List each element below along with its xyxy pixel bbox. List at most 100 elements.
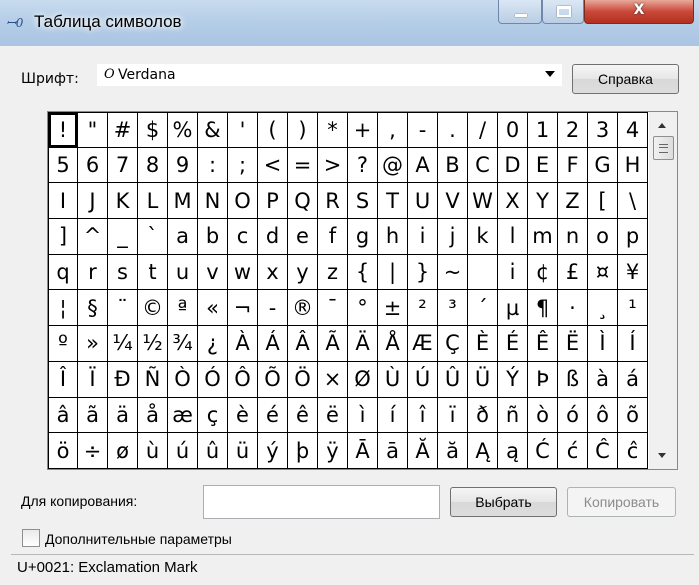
character-cell[interactable]: Ù [378, 361, 408, 398]
character-cell[interactable]: , [378, 112, 408, 148]
character-cell[interactable]: # [108, 112, 138, 148]
character-cell[interactable]: c [228, 219, 258, 255]
character-cell[interactable]: F [558, 147, 588, 184]
character-cell[interactable]: i [408, 219, 438, 255]
character-cell[interactable]: £ [558, 254, 588, 291]
character-cell[interactable]: þ [288, 433, 318, 469]
arrow-down-icon[interactable] [658, 453, 666, 458]
character-cell[interactable]: ą [498, 433, 528, 469]
character-cell[interactable]: ú [168, 433, 198, 469]
character-cell[interactable]: ß [558, 361, 588, 398]
character-cell[interactable]: Ü [468, 361, 498, 398]
advanced-options-label[interactable]: Дополнительные параметры [45, 531, 232, 547]
character-cell[interactable]: G [588, 147, 618, 184]
character-cell[interactable]: } [408, 254, 438, 291]
character-cell[interactable]: û [198, 433, 228, 469]
character-cell[interactable]: ä [108, 397, 138, 434]
character-cell[interactable]: ¿ [198, 326, 228, 362]
character-cell[interactable]: z [318, 254, 348, 291]
character-cell[interactable]: % [168, 112, 198, 148]
character-cell[interactable]: J [78, 183, 108, 220]
character-cell[interactable]: V [438, 183, 468, 220]
character-cell[interactable]: ] [48, 219, 78, 255]
character-cell[interactable]: w [228, 254, 258, 291]
character-cell[interactable]: s [108, 254, 138, 291]
character-cell[interactable]: ; [228, 147, 258, 184]
character-cell[interactable]: ø [108, 433, 138, 469]
character-cell[interactable]: ć [558, 433, 588, 469]
scrollbar-thumb[interactable] [653, 136, 674, 160]
character-cell[interactable]: > [318, 147, 348, 184]
character-cell[interactable]: ` [138, 219, 168, 255]
character-cell[interactable]: 2 [558, 112, 588, 148]
character-cell[interactable]: 5 [48, 147, 78, 184]
character-cell[interactable]: ¸ [588, 290, 618, 327]
character-cell[interactable]: × [318, 361, 348, 398]
character-cell[interactable]: Â [288, 326, 318, 362]
character-cell[interactable]: i [498, 254, 528, 291]
character-cell[interactable]: f [318, 219, 348, 255]
character-cell[interactable]: Ā [348, 433, 378, 469]
character-cell[interactable]: I [48, 183, 78, 220]
character-cell[interactable]: ã [78, 397, 108, 434]
character-cell[interactable]: $ [138, 112, 168, 148]
character-cell[interactable]: ~ [438, 254, 468, 291]
character-cell[interactable]: g [348, 219, 378, 255]
character-cell[interactable]: Ä [348, 326, 378, 362]
character-cell[interactable]: Ø [348, 361, 378, 398]
character-cell[interactable]: S [348, 183, 378, 220]
advanced-options-checkbox[interactable] [22, 529, 40, 547]
character-cell[interactable]: à [588, 361, 618, 398]
character-cell[interactable]: ? [348, 147, 378, 184]
character-cell[interactable]: í [378, 397, 408, 434]
character-cell[interactable]: é [258, 397, 288, 434]
character-cell[interactable]: ¬ [228, 290, 258, 327]
character-cell[interactable]: k [468, 219, 498, 255]
character-cell[interactable]: Ì [588, 326, 618, 362]
character-cell[interactable]: o [588, 219, 618, 255]
character-cell[interactable]: ĉ [618, 433, 648, 469]
character-cell[interactable]: ý [258, 433, 288, 469]
character-cell[interactable]: / [468, 112, 498, 148]
character-cell[interactable]: j [438, 219, 468, 255]
character-cell[interactable]: q [48, 254, 78, 291]
character-cell[interactable]: K [108, 183, 138, 220]
character-cell[interactable]: N [198, 183, 228, 220]
character-cell[interactable]: ÷ [78, 433, 108, 469]
character-cell[interactable]: ï [438, 397, 468, 434]
character-cell[interactable]: Ñ [138, 361, 168, 398]
character-cell[interactable]: & [198, 112, 228, 148]
character-cell[interactable]: ë [318, 397, 348, 434]
character-cell[interactable]: ¶ [528, 290, 558, 327]
character-cell[interactable]: è [228, 397, 258, 434]
character-cell[interactable]: Æ [408, 326, 438, 362]
character-cell[interactable]: + [348, 112, 378, 148]
character-cell[interactable]: Í [618, 326, 648, 362]
chevron-down-icon[interactable] [545, 71, 555, 77]
character-cell[interactable]: Ó [198, 361, 228, 398]
character-cell[interactable]: Ã [318, 326, 348, 362]
character-cell[interactable]: È [468, 326, 498, 362]
character-cell[interactable]: t [138, 254, 168, 291]
character-cell[interactable]: Õ [258, 361, 288, 398]
character-cell[interactable]: ð [468, 397, 498, 434]
character-cell[interactable]: ¾ [168, 326, 198, 362]
character-cell[interactable]: Ï [78, 361, 108, 398]
character-cell[interactable]: m [528, 219, 558, 255]
character-cell[interactable]: ) [288, 112, 318, 148]
character-cell[interactable]: C [468, 147, 498, 184]
character-cell[interactable]: º [48, 326, 78, 362]
font-dropdown[interactable]: O Verdana [97, 64, 562, 86]
character-cell[interactable]: W [468, 183, 498, 220]
character-cell[interactable]: 0 [498, 112, 528, 148]
character-cell[interactable]: À [228, 326, 258, 362]
character-cell[interactable]: » [78, 326, 108, 362]
character-cell[interactable]: H [618, 147, 648, 184]
character-cell[interactable]: Î [48, 361, 78, 398]
arrow-up-icon[interactable] [658, 123, 666, 128]
character-cell[interactable]: ¤ [588, 254, 618, 291]
character-cell[interactable]: ´ [468, 290, 498, 327]
character-cell[interactable]: d [258, 219, 288, 255]
character-cell[interactable]: Ê [528, 326, 558, 362]
character-cell[interactable]: ā [378, 433, 408, 469]
